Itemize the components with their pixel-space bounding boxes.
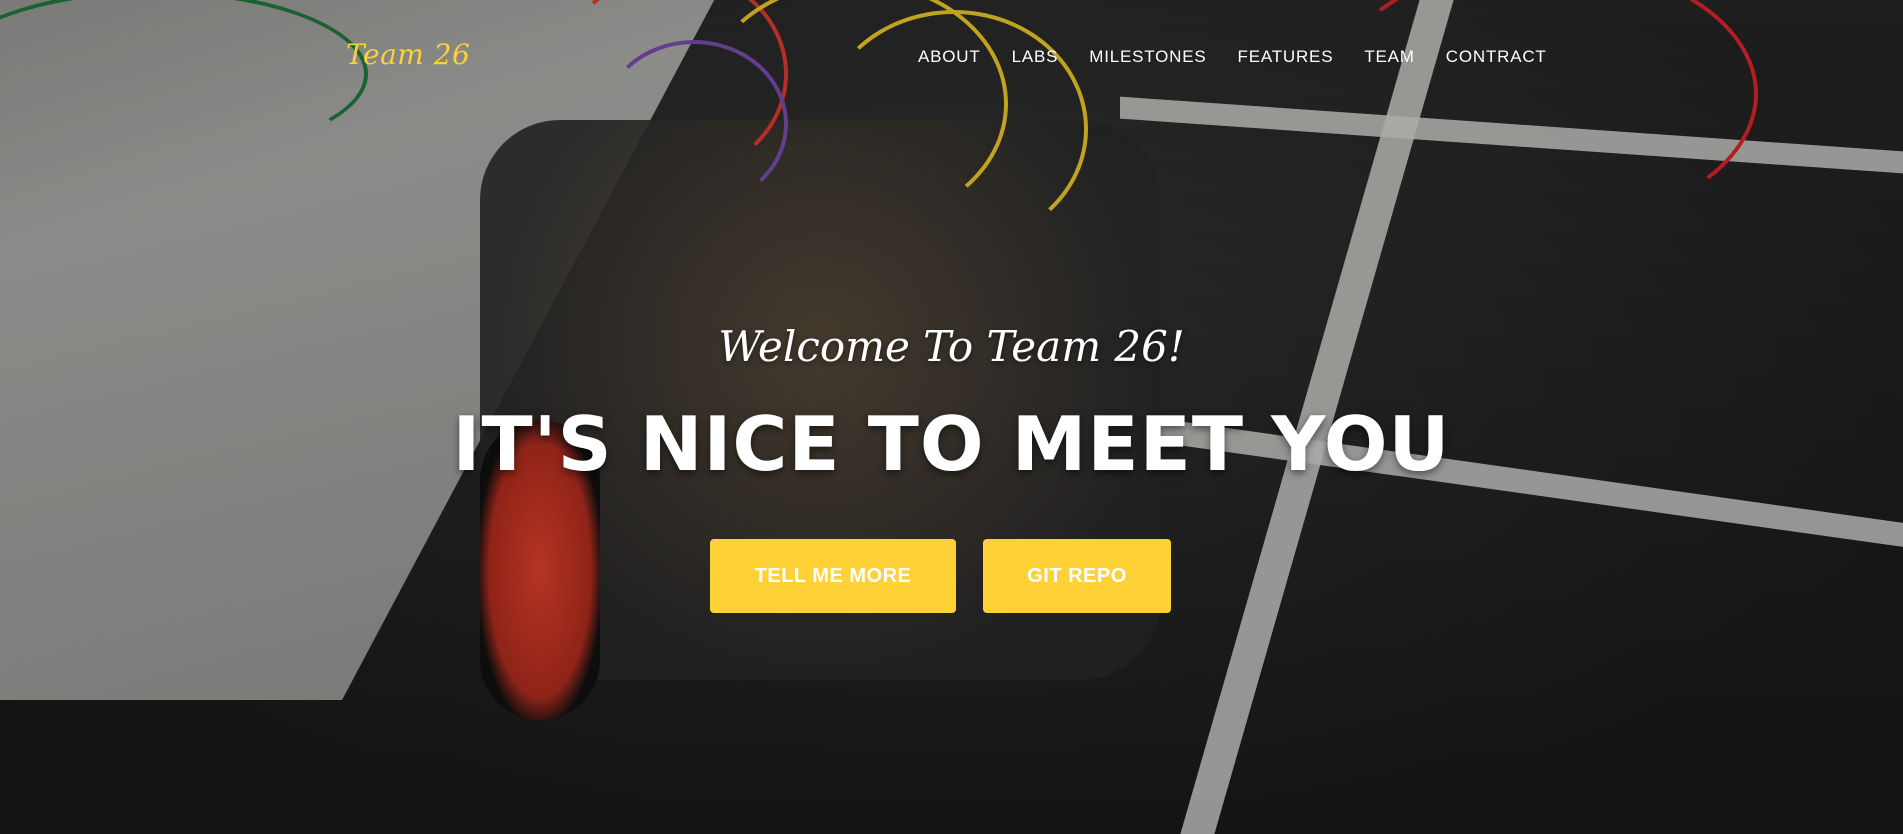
- git-repo-button[interactable]: GIT REPO: [983, 539, 1171, 613]
- nav-links: ABOUT LABS MILESTONES FEATURES TEAM CONT…: [918, 47, 1578, 67]
- brand-logo[interactable]: Team 26: [346, 38, 470, 71]
- tell-me-more-button[interactable]: TELL ME MORE: [710, 539, 956, 613]
- nav-link-team[interactable]: TEAM: [1364, 47, 1414, 67]
- navbar: Team 26 ABOUT LABS MILESTONES FEATURES T…: [0, 34, 1903, 78]
- nav-link-milestones[interactable]: MILESTONES: [1089, 47, 1206, 67]
- nav-link-about[interactable]: ABOUT: [918, 47, 981, 67]
- nav-link-contract[interactable]: CONTRACT: [1446, 47, 1547, 67]
- intro-lead-in: Welcome To Team 26!: [718, 322, 1185, 371]
- hero-section: Team 26 ABOUT LABS MILESTONES FEATURES T…: [0, 0, 1903, 834]
- nav-link-features[interactable]: FEATURES: [1238, 47, 1334, 67]
- nav-link-labs[interactable]: LABS: [1012, 47, 1059, 67]
- intro-heading: IT'S NICE TO MEET YOU: [452, 400, 1451, 488]
